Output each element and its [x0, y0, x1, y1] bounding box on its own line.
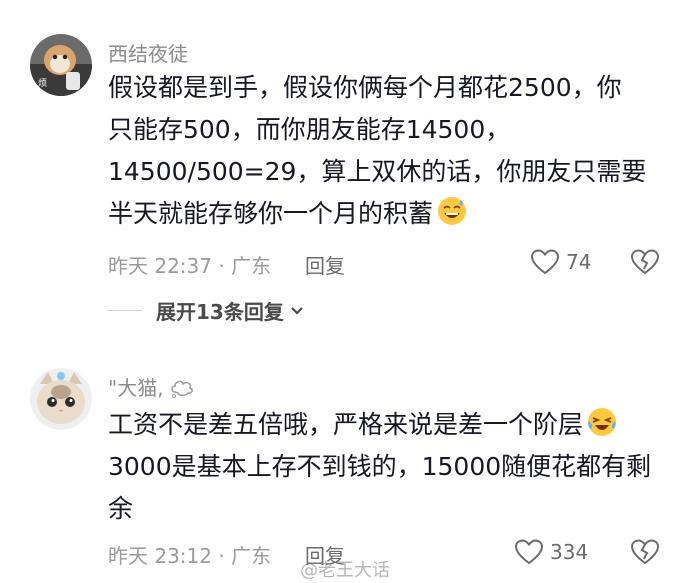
like-count: 334	[550, 540, 589, 564]
heart-icon	[514, 539, 544, 565]
like-button[interactable]: 334	[514, 538, 588, 566]
dislike-button[interactable]	[630, 538, 660, 570]
comment-line-last: 半天就能存够你一个月的积蓄	[108, 193, 668, 235]
laughing-tears-emoji	[588, 408, 617, 436]
location: 广东	[231, 544, 272, 568]
comment-line-text: 半天就能存够你一个月的积蓄	[108, 199, 434, 228]
comment-line: 工资不是差五倍哦，严格来说是差一个阶层	[108, 404, 668, 446]
watermark: @老王大话	[300, 560, 390, 581]
username[interactable]: "大猫,	[108, 372, 194, 401]
avatar[interactable]: 烦	[30, 34, 92, 96]
comment-text: 工资不是差五倍哦，严格来说是差一个阶层 3000是基本上存不到钱的，15000随…	[108, 404, 668, 530]
expand-replies-button[interactable]: 展开13条回复	[108, 296, 304, 325]
comment-line-text: 工资不是差五倍哦，严格来说是差一个阶层	[108, 410, 584, 439]
expand-replies-label: 展开13条回复	[156, 300, 284, 324]
divider	[108, 310, 142, 311]
comment-line: 只能存500，而你朋友能存14500，	[108, 115, 511, 144]
comment-text: 假设都是到手，假设你俩每个月都花2500，你 只能存500，而你朋友能存1450…	[108, 67, 668, 235]
broken-heart-icon	[630, 249, 660, 275]
timestamp: 昨天 23:12	[108, 544, 212, 568]
comment-line: 14500/500=29，算上双休的话，你朋友只需要	[108, 157, 647, 186]
svg-text:烦: 烦	[38, 77, 47, 89]
comment-line: 余	[108, 494, 134, 523]
comment-line: 假设都是到手，假设你俩每个月都花2500，你	[108, 73, 622, 102]
timestamp: 昨天 22:37	[108, 254, 212, 278]
meta-separator: ·	[218, 254, 225, 278]
dislike-button[interactable]	[630, 248, 660, 280]
comment-line: 3000是基本上存不到钱的，15000随便花都有剩	[108, 452, 652, 481]
location: 广东	[231, 254, 272, 278]
like-count: 74	[566, 250, 592, 274]
username-text: "大猫,	[108, 376, 164, 400]
thought-bubble-icon	[171, 380, 193, 398]
like-button[interactable]: 74	[530, 248, 591, 276]
heart-icon	[530, 249, 560, 275]
broken-heart-icon	[630, 539, 660, 565]
comment-meta: 昨天 22:37 · 广东	[108, 250, 271, 279]
meta-separator: ·	[218, 544, 225, 568]
username[interactable]: 西结夜徒	[108, 38, 188, 67]
reply-button[interactable]: 回复	[305, 250, 345, 279]
comment-meta: 昨天 23:12 · 广东	[108, 540, 271, 569]
avatar[interactable]	[30, 368, 92, 430]
grinning-sweat-emoji	[438, 197, 467, 225]
chevron-down-icon	[291, 306, 303, 315]
